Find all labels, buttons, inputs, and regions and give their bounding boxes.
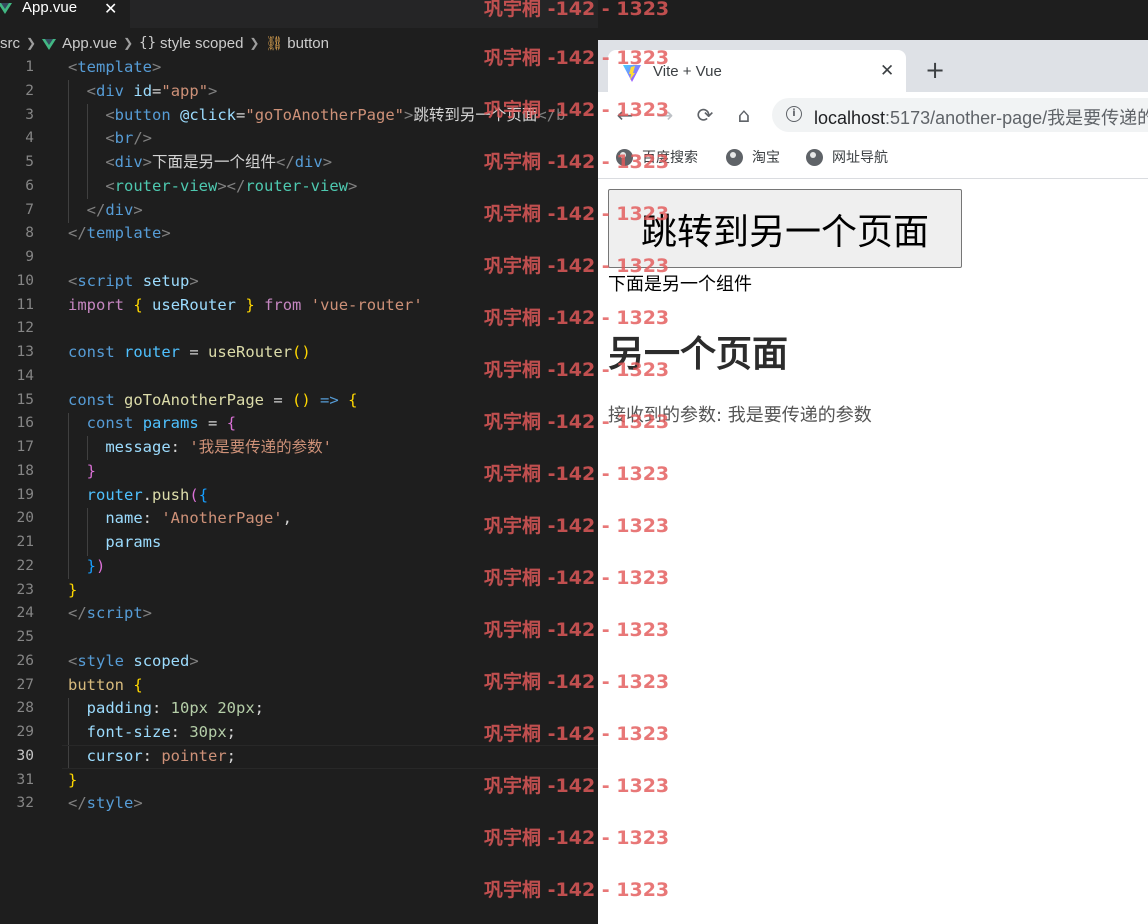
watermark-text: 巩宇桐 -142 - 1323 (484, 723, 670, 745)
bookmarks-bar: 百度搜索 淘宝 网址导航 (598, 138, 1148, 179)
reload-icon[interactable]: ⟳ (692, 102, 718, 128)
watermark-text: 巩宇桐 -142 - 1323 (484, 359, 670, 381)
home-icon[interactable]: ⌂ (731, 102, 757, 128)
editor-tab-label: App.vue (22, 0, 78, 16)
watermark-text: 巩宇桐 -142 - 1323 (484, 307, 670, 329)
watermark-text: 巩宇桐 -142 - 1323 (484, 619, 670, 641)
chevron-right-icon: ❯ (123, 36, 134, 50)
close-icon[interactable]: ✕ (880, 61, 894, 81)
watermark-text: 巩宇桐 -142 - 1323 (484, 0, 670, 20)
watermark-text: 巩宇桐 -142 - 1323 (484, 515, 670, 537)
watermark-text: 巩宇桐 -142 - 1323 (484, 255, 670, 277)
close-icon[interactable]: ✕ (104, 0, 117, 18)
watermark-text: 巩宇桐 -142 - 1323 (484, 463, 670, 485)
chevron-right-icon: ❯ (249, 36, 260, 50)
watermark-text: 巩宇桐 -142 - 1323 (484, 47, 670, 69)
watermark-text: 巩宇桐 -142 - 1323 (484, 775, 670, 797)
info-icon[interactable]: i (786, 106, 802, 122)
breadcrumb-folder[interactable]: src (0, 35, 20, 52)
editor-tab-app-vue[interactable]: App.vue ✕ (0, 0, 130, 28)
watermark-text: 巩宇桐 -142 - 1323 (484, 99, 670, 121)
bookmark-item[interactable]: 网址导航 (806, 147, 888, 167)
watermark-text: 巩宇桐 -142 - 1323 (484, 203, 670, 225)
address-bar[interactable]: i localhost:5173/another-page/我是要传递的参数 (772, 98, 1148, 132)
watermark-text: 巩宇桐 -142 - 1323 (484, 411, 670, 433)
code-line: 28 padding: 10px 20px; (16, 699, 265, 718)
watermark-text: 巩宇桐 -142 - 1323 (484, 827, 670, 849)
browser-tab-strip: Vite + Vue ✕ + (598, 40, 1148, 92)
page-viewport: 跳转到另一个页面 下面是另一个组件 另一个页面 接收到的参数: 我是要传递的参数 (598, 179, 1148, 924)
code-line: 19 router.push({ (16, 485, 209, 504)
code-line: 6 <router-view></router-view> (25, 176, 358, 195)
chevron-right-icon: ❯ (26, 36, 37, 50)
breadcrumb-element[interactable]: button (287, 35, 329, 52)
browser-window: Vite + Vue ✕ + ← → ⟳ ⌂ i localhost:5173/… (598, 40, 1148, 924)
breadcrumb-section[interactable]: style scoped (160, 35, 243, 52)
address-url[interactable]: localhost:5173/another-page/我是要传递的参数 (814, 104, 1148, 130)
breadcrumb-file[interactable]: App.vue (62, 35, 117, 52)
code-line: 17 message: '我是要传递的参数' (16, 438, 332, 456)
browser-toolbar: ← → ⟳ ⌂ i localhost:5173/another-page/我是… (598, 92, 1148, 138)
watermark-text: 巩宇桐 -142 - 1323 (484, 671, 670, 693)
watermark-text: 巩宇桐 -142 - 1323 (484, 567, 670, 589)
vue-file-icon (0, 3, 12, 14)
element-icon: ⛓ (265, 34, 284, 51)
vue-file-icon (42, 38, 57, 50)
braces-icon: {} (139, 35, 157, 51)
watermark-text: 巩宇桐 -142 - 1323 (484, 151, 670, 173)
code-line-current: 30 cursor: pointer; (0, 744, 598, 769)
globe-icon (806, 148, 823, 166)
globe-icon (726, 148, 743, 166)
watermark-text: 巩宇桐 -142 - 1323 (484, 879, 670, 901)
bookmark-item[interactable]: 淘宝 (726, 147, 780, 167)
new-tab-plus-icon[interactable]: + (925, 56, 945, 84)
